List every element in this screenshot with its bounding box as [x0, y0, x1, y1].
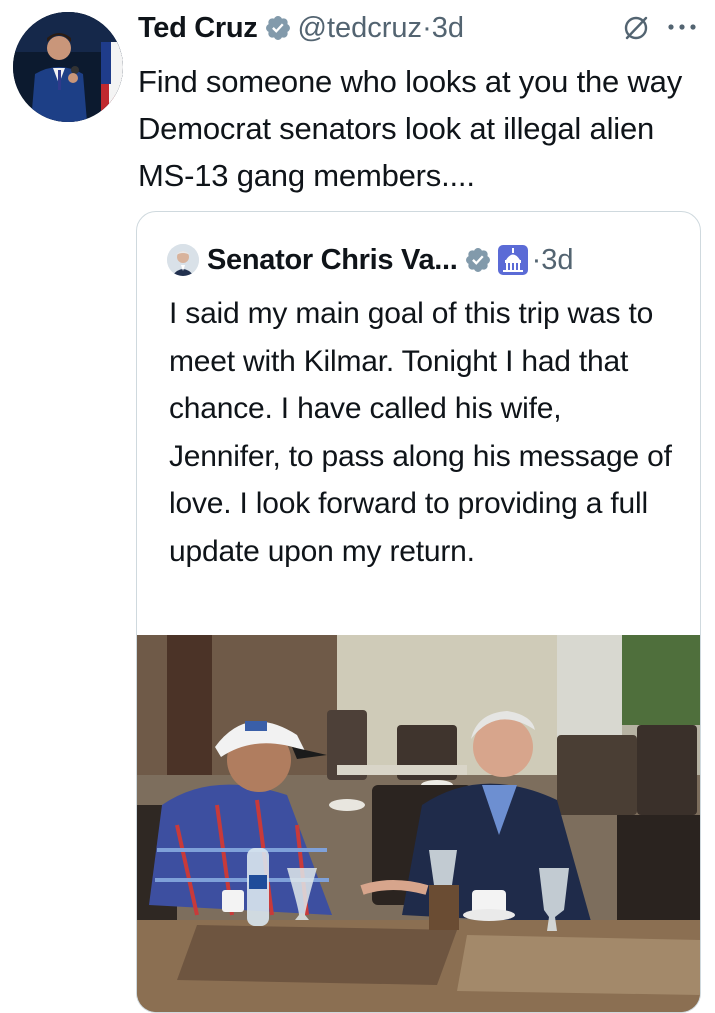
quoted-tweet-text: I said my main goal of this trip was to … [169, 297, 672, 568]
more-options-icon[interactable] [665, 20, 699, 34]
tweet-header: Ted Cruz @tedcruz · 3d [138, 8, 698, 48]
author-name[interactable]: Ted Cruz [138, 12, 258, 45]
quoted-author-avatar[interactable] [167, 244, 199, 276]
capitol-icon[interactable] [497, 245, 528, 275]
quoted-tweet-photo[interactable] [137, 635, 700, 1012]
tweet-text: Find someone who looks at you the way De… [138, 64, 683, 193]
verified-badge-icon[interactable] [264, 14, 292, 42]
quoted-tweet-card[interactable]: Senator Chris Va... · 3d I said my main [136, 211, 701, 1013]
author-avatar[interactable] [13, 12, 123, 122]
quoted-tweet-header: Senator Chris Va... · 3d [167, 240, 574, 280]
timestamp[interactable]: 3d [432, 12, 464, 45]
quoted-verified-badge-icon[interactable] [464, 246, 492, 274]
separator-dot: · [422, 11, 432, 44]
grok-icon[interactable] [621, 13, 651, 43]
author-handle[interactable]: @tedcruz [298, 12, 423, 45]
quoted-separator-dot: · [531, 243, 542, 276]
quoted-author-name[interactable]: Senator Chris Va... [207, 244, 458, 277]
quoted-timestamp[interactable]: 3d [541, 244, 573, 277]
